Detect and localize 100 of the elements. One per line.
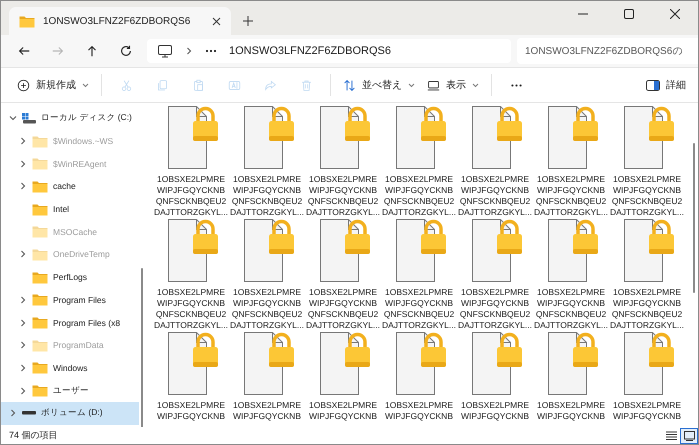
folder-item[interactable]: Program Files (x8 (1, 311, 139, 334)
address-bar[interactable]: 1ONSWO3LFNZ2F6ZDBORQS6 (147, 39, 511, 63)
up-arrow-icon (85, 44, 99, 58)
folder-label: Windows (53, 362, 88, 373)
caret-icon (408, 82, 415, 88)
file-name: 1OBSXE2LPMRE WIPJFGQYCKNB QNFSCKNBQEU2 DAJTTORZGKYL... (610, 174, 684, 218)
close-icon[interactable] (670, 9, 680, 19)
file-item[interactable]: 1OBSXE2LPMRE WIPJFGQYCKNB QNFSCKNBQEU2 DAJTTORZGKYL... (457, 219, 533, 332)
folder-item[interactable]: PerfLogs (1, 266, 139, 288)
folder-item[interactable]: Intel (1, 198, 139, 220)
back-arrow-icon (17, 44, 31, 58)
file-name: 1OBSXE2LPMRE WIPJFGQYCKNB (308, 400, 378, 422)
drive-icon (22, 112, 36, 124)
panel-icon (646, 80, 660, 90)
scrollbar[interactable] (141, 268, 143, 427)
search-field[interactable]: 1ONSWO3LFNZ2F6ZDBORQS6の (517, 38, 698, 64)
folder-label: $WinREAgent (53, 158, 106, 169)
folder-label: Intel (53, 204, 70, 214)
chevron-icon[interactable] (9, 114, 17, 122)
new-button[interactable]: 新規作成 (11, 72, 95, 98)
file-name: 1OBSXE2LPMRE WIPJFGQYCKNB QNFSCKNBQEU2 DAJTTORZGKYL... (154, 287, 228, 331)
tile-icon (684, 430, 694, 440)
folder-item[interactable]: cache (1, 175, 139, 198)
file-name: 1OBSXE2LPMRE WIPJFGQYCKNB (384, 400, 454, 422)
chevron-icon[interactable] (19, 250, 27, 258)
file-name: 1OBSXE2LPMRE WIPJFGQYCKNB QNFSCKNBQEU2 DAJTTORZGKYL... (382, 174, 456, 218)
folder-label: ProgramData (53, 340, 104, 350)
drive-item[interactable]: ローカル ディスク (C:) (1, 107, 139, 130)
chevron-icon[interactable] (9, 409, 17, 418)
file-item[interactable]: 1OBSXE2LPMRE WIPJFGQYCKNB (305, 332, 381, 427)
file-item[interactable]: 1OBSXE2LPMRE WIPJFGQYCKNB QNFSCKNBQEU2 DAJTTORZGKYL... (533, 219, 609, 332)
file-item[interactable]: 1OBSXE2LPMRE WIPJFGQYCKNB (457, 332, 533, 427)
file-item[interactable]: 1OBSXE2LPMRE WIPJFGQYCKNB QNFSCKNBQEU2 DAJTTORZGKYL... (229, 106, 305, 219)
file-item[interactable]: 1OBSXE2LPMRE WIPJFGQYCKNB (381, 332, 457, 427)
caret-icon (82, 82, 89, 88)
chevron-icon[interactable] (19, 318, 27, 327)
file-item[interactable]: 1OBSXE2LPMRE WIPJFGQYCKNB QNFSCKNBQEU2 DAJTTORZGKYL... (153, 219, 229, 332)
folder-icon (32, 338, 48, 352)
folder-label: Program Files (53, 294, 106, 305)
file-name: 1OBSXE2LPMRE WIPJFGQYCKNB QNFSCKNBQEU2 DAJTTORZGKYL... (154, 174, 228, 218)
sort-button[interactable]: 並べ替え (337, 72, 421, 98)
chevron-right-icon[interactable] (185, 47, 193, 55)
file-item[interactable]: 1OBSXE2LPMRE WIPJFGQYCKNB (533, 332, 609, 427)
chevron-icon[interactable] (19, 341, 27, 350)
file-item[interactable]: 1OBSXE2LPMRE WIPJFGQYCKNB QNFSCKNBQEU2 DAJTTORZGKYL... (533, 106, 609, 219)
chevron-icon[interactable] (19, 386, 27, 395)
file-name: 1OBSXE2LPMRE WIPJFGQYCKNB QNFSCKNBQEU2 DAJTTORZGKYL... (230, 174, 304, 218)
file-item[interactable]: 1OBSXE2LPMRE WIPJFGQYCKNB (609, 332, 685, 427)
folder-icon (32, 293, 48, 306)
folder-item[interactable]: ユーザー (1, 379, 139, 402)
file-item[interactable]: 1OBSXE2LPMRE WIPJFGQYCKNB QNFSCKNBQEU2 DAJTTORZGKYL... (609, 106, 685, 219)
file-item[interactable]: 1OBSXE2LPMRE WIPJFGQYCKNB QNFSCKNBQEU2 DAJTTORZGKYL... (609, 219, 685, 332)
chevron-icon[interactable] (19, 160, 27, 168)
view-button[interactable]: 表示 (421, 72, 485, 98)
folder-icon (32, 384, 48, 398)
folder-item[interactable]: Windows (1, 356, 139, 380)
folder-icon (32, 248, 48, 261)
file-item[interactable]: 1OBSXE2LPMRE WIPJFGQYCKNB QNFSCKNBQEU2 DAJTTORZGKYL... (229, 219, 305, 332)
folder-icon (32, 157, 48, 170)
drive-label: ローカル ディスク (C:) (41, 112, 132, 124)
folder-item[interactable]: Program Files (1, 288, 139, 312)
volume-label: ボリューム (D:) (41, 407, 103, 420)
more-icon[interactable] (205, 49, 217, 53)
chevron-icon[interactable] (19, 296, 27, 304)
file-name: 1OBSXE2LPMRE WIPJFGQYCKNB QNFSCKNBQEU2 DAJTTORZGKYL... (458, 174, 532, 218)
file-item[interactable]: 1OBSXE2LPMRE WIPJFGQYCKNB QNFSCKNBQEU2 DAJTTORZGKYL... (381, 106, 457, 219)
breadcrumb-folder[interactable]: 1ONSWO3LFNZ2F6ZDBORQS6 (229, 45, 391, 57)
scrollbar[interactable] (693, 143, 695, 293)
close-icon[interactable] (212, 16, 221, 26)
file-item[interactable]: 1OBSXE2LPMRE WIPJFGQYCKNB QNFSCKNBQEU2 DAJTTORZGKYL... (305, 219, 381, 332)
list-icon (666, 431, 676, 440)
folder-label: cache (53, 181, 76, 192)
chevron-icon[interactable] (19, 182, 27, 190)
file-item[interactable]: 1OBSXE2LPMRE WIPJFGQYCKNB QNFSCKNBQEU2 DAJTTORZGKYL... (153, 106, 229, 219)
maximize-icon[interactable] (624, 9, 634, 19)
folder-label: PerfLogs (53, 272, 88, 282)
file-name: 1OBSXE2LPMRE WIPJFGQYCKNB QNFSCKNBQEU2 DAJTTORZGKYL... (534, 287, 608, 331)
file-item[interactable]: 1OBSXE2LPMRE WIPJFGQYCKNB QNFSCKNBQEU2 DAJTTORZGKYL... (381, 219, 457, 332)
folder-icon (32, 225, 48, 238)
file-item[interactable]: 1OBSXE2LPMRE WIPJFGQYCKNB QNFSCKNBQEU2 DAJTTORZGKYL... (457, 106, 533, 219)
chevron-icon[interactable] (19, 364, 27, 372)
file-name: 1OBSXE2LPMRE WIPJFGQYCKNB QNFSCKNBQEU2 DAJTTORZGKYL... (306, 287, 380, 331)
folder-label: OneDriveTemp (53, 249, 110, 260)
file-name: 1OBSXE2LPMRE WIPJFGQYCKNB QNFSCKNBQEU2 DAJTTORZGKYL... (534, 174, 608, 218)
computer-icon (157, 44, 173, 58)
file-item[interactable]: 1OBSXE2LPMRE WIPJFGQYCKNB QNFSCKNBQEU2 DAJTTORZGKYL... (305, 106, 381, 219)
folder-icon (19, 14, 35, 28)
file-name: 1OBSXE2LPMRE WIPJFGQYCKNB QNFSCKNBQEU2 DAJTTORZGKYL... (306, 174, 380, 218)
volume-item[interactable]: ボリューム (D:) (1, 402, 139, 425)
chevron-icon[interactable] (19, 137, 27, 146)
item-count: 74 個の項目 (9, 429, 58, 442)
details-button[interactable]: 詳細 (640, 72, 692, 98)
file-item[interactable]: 1OBSXE2LPMRE WIPJFGQYCKNB (229, 332, 305, 427)
new-tab-icon[interactable] (243, 16, 253, 26)
icons-view-button[interactable] (680, 428, 698, 444)
file-name: 1OBSXE2LPMRE WIPJFGQYCKNB (612, 400, 682, 422)
folder-label: MSOCache (53, 226, 97, 237)
file-name: 1OBSXE2LPMRE WIPJFGQYCKNB QNFSCKNBQEU2 DAJTTORZGKYL... (382, 287, 456, 331)
file-item[interactable]: 1OBSXE2LPMRE WIPJFGQYCKNB (153, 332, 229, 427)
folder-tab[interactable]: 1ONSWO3LFNZ2F6ZDBORQS6 (9, 7, 231, 35)
